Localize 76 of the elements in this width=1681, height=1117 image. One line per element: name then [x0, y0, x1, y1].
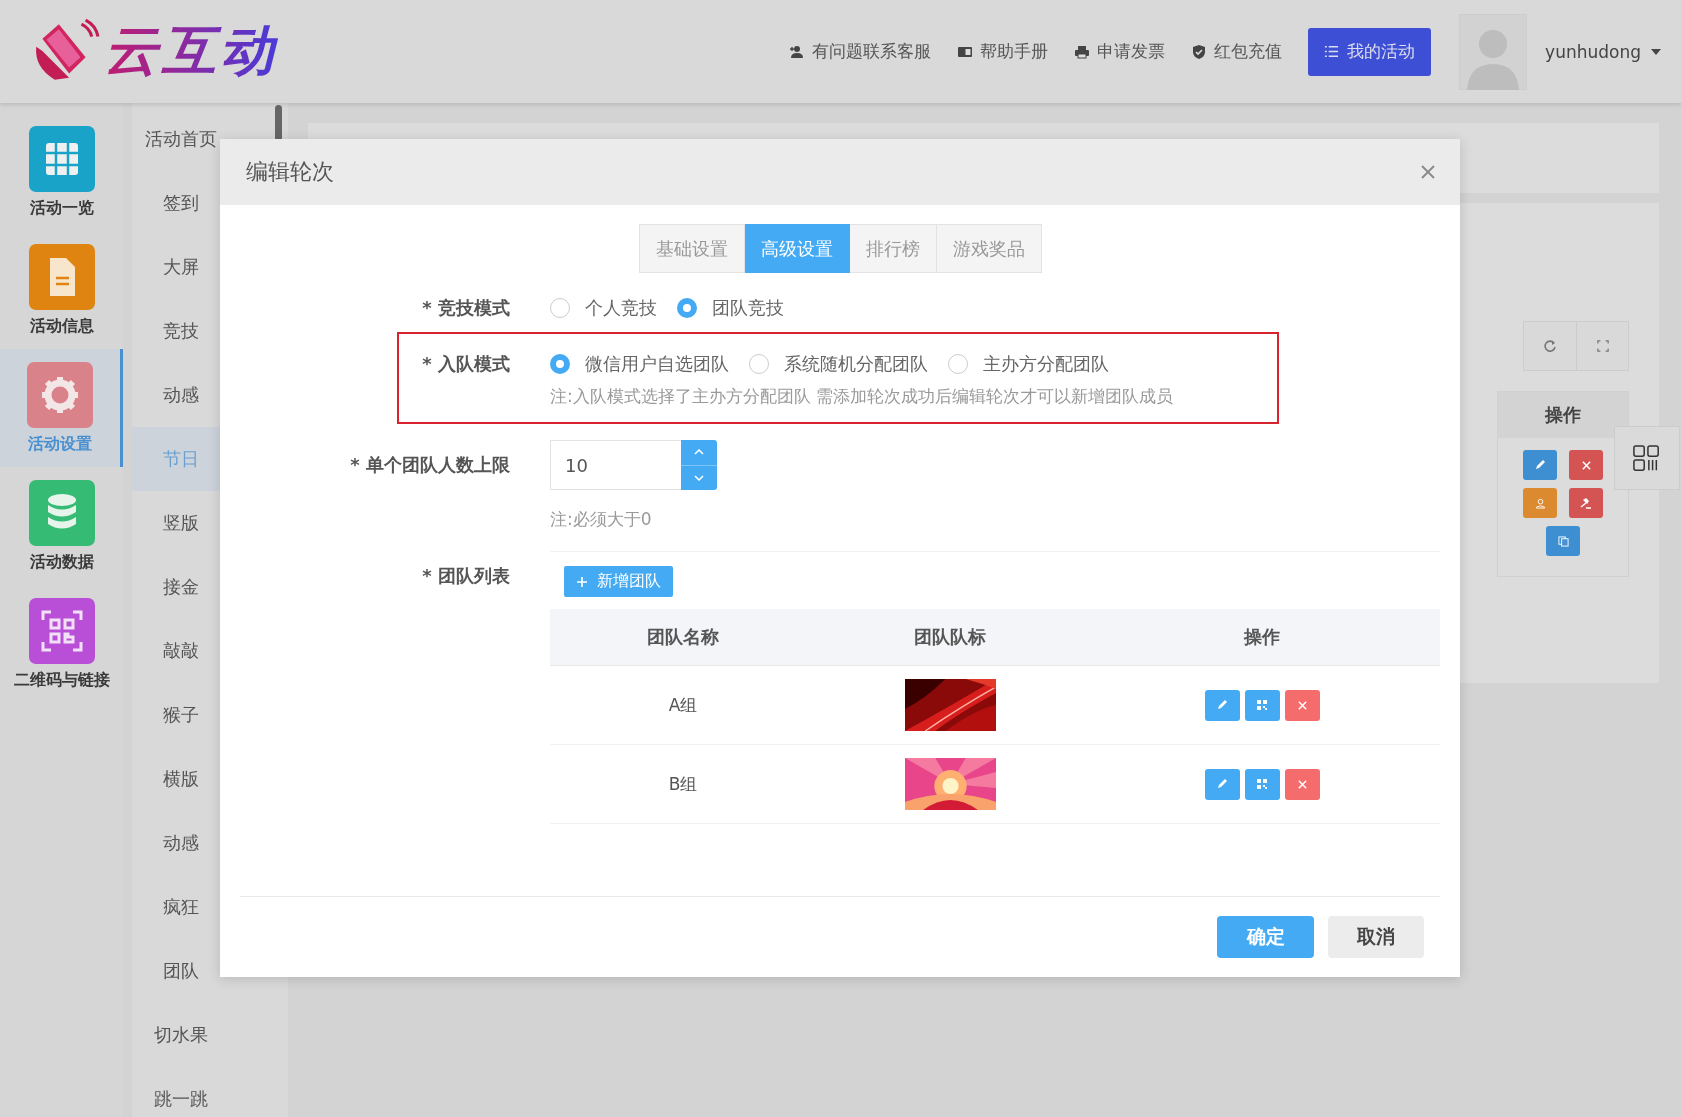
sidebar-icon	[27, 361, 93, 428]
field-label: * 入队模式	[421, 352, 510, 376]
dialog-title: 编辑轮次	[246, 158, 334, 186]
delete-button[interactable]	[1569, 450, 1603, 480]
radio-option[interactable]: 系统随机分配团队	[749, 351, 928, 377]
submenu-item[interactable]: 切水果	[132, 1003, 288, 1067]
chevron-down-icon	[694, 474, 704, 481]
hint-text: 注:入队模式选择了主办方分配团队 需添加轮次成功后编辑轮次才可以新增团队成员	[550, 385, 1175, 408]
username[interactable]: yunhudong	[1545, 41, 1641, 62]
hint-text: 注:必须大于0	[550, 508, 653, 531]
field-label: * 团队列表	[421, 564, 510, 588]
caret-icon[interactable]	[1651, 48, 1661, 55]
header-link[interactable]: 帮助手册	[957, 40, 1049, 63]
pencil-icon	[1216, 699, 1228, 711]
edit-button[interactable]	[1204, 768, 1240, 800]
fullscreen-icon	[1596, 340, 1609, 352]
column-header: 团队队标	[913, 625, 987, 649]
delete-button[interactable]	[1284, 689, 1320, 721]
table-cell-text: B组	[667, 772, 699, 796]
close-icon[interactable]	[1420, 164, 1436, 180]
field-label: * 单个团队人数上限	[349, 453, 510, 477]
refresh-icon	[1543, 339, 1557, 353]
avatar-icon[interactable]	[1459, 13, 1528, 90]
header-link[interactable]: 有问题联系客服	[789, 40, 932, 63]
decrement-button[interactable]	[681, 465, 717, 490]
edit-button[interactable]	[1523, 450, 1557, 480]
column-header: 操作	[1498, 392, 1628, 438]
submenu-item[interactable]: 跳一跳	[132, 1067, 288, 1117]
sidebar-icon	[28, 597, 95, 664]
sidebar-item[interactable]: 活动数据	[0, 467, 123, 585]
plus-icon	[576, 575, 588, 588]
field-label: * 竞技模式	[421, 296, 510, 320]
sidebar-icon	[28, 243, 95, 310]
number-field[interactable]: 10	[550, 440, 681, 490]
radio-option[interactable]: 个人竞技	[550, 295, 657, 321]
column-header: 团队名称	[646, 625, 720, 649]
edit-button[interactable]	[1204, 689, 1240, 721]
radio-option[interactable]: 主办方分配团队	[948, 351, 1109, 377]
gavel-icon	[1580, 497, 1592, 509]
add-user-icon	[789, 43, 806, 60]
shield-check-icon	[1191, 43, 1208, 60]
column-header: 操作	[1243, 625, 1281, 649]
sidebar-icon	[28, 479, 95, 546]
qrcode-icon	[1256, 778, 1268, 790]
qrcode-button[interactable]	[1244, 768, 1280, 800]
pencil-icon	[1216, 778, 1228, 790]
sidebar-item[interactable]: 二维码与链接	[0, 585, 123, 703]
close-icon	[1296, 778, 1308, 790]
delete-button[interactable]	[1284, 768, 1320, 800]
my-activities-button[interactable]: 我的活动	[1308, 27, 1432, 76]
sidebar-item[interactable]: 活动信息	[0, 231, 123, 349]
gavel-button[interactable]	[1569, 488, 1603, 518]
user-button[interactable]	[1523, 488, 1557, 518]
copy-button[interactable]	[1546, 526, 1580, 556]
printer-icon	[1074, 43, 1091, 60]
increment-button[interactable]	[681, 440, 717, 466]
close-icon	[1580, 459, 1592, 471]
chevron-up-icon	[694, 449, 704, 456]
header-link[interactable]: 申请发票	[1074, 40, 1166, 63]
layout-button[interactable]	[1614, 426, 1680, 490]
header-link[interactable]: 红包充值	[1191, 40, 1283, 63]
radio-option[interactable]: 团队竞技	[677, 295, 784, 321]
sidebar-icon	[28, 125, 95, 192]
qrcode-button[interactable]	[1244, 689, 1280, 721]
qrcode-icon	[1256, 699, 1268, 711]
radio-option[interactable]: 微信用户自选团队	[550, 351, 729, 377]
close-icon	[1296, 699, 1308, 711]
table-cell-text: A组	[667, 693, 699, 717]
layout-icon	[1633, 444, 1661, 472]
scrollbar-thumb[interactable]	[275, 105, 282, 141]
sidebar-item[interactable]: 活动一览	[0, 113, 123, 231]
cancel-button[interactable]: 取消	[1328, 916, 1424, 958]
user-icon	[1534, 497, 1546, 509]
list-icon	[1324, 44, 1340, 59]
pencil-icon	[1534, 459, 1546, 471]
copy-icon	[1557, 535, 1569, 547]
